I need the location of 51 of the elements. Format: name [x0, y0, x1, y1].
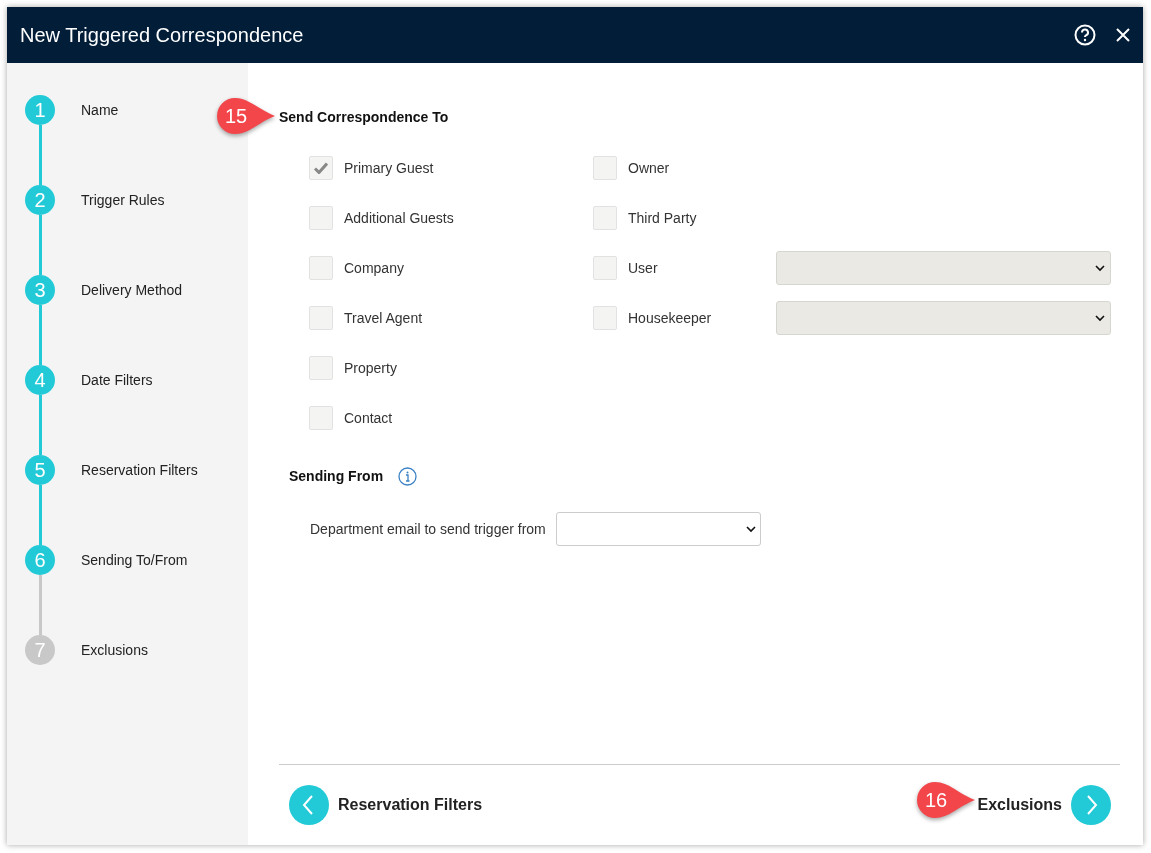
info-icon[interactable] [398, 466, 418, 486]
dropdown[interactable] [776, 251, 1111, 285]
checkbox-label: Housekeeper [628, 308, 712, 328]
checkbox[interactable] [309, 406, 333, 430]
step-label[interactable]: Delivery Method [81, 275, 183, 305]
section-heading: Send Correspondence To [279, 108, 450, 127]
chevron-down-icon [745, 525, 756, 533]
close-icon[interactable] [1116, 28, 1130, 42]
field-label: Department email to send trigger from [310, 519, 546, 539]
checkbox-label: Property [344, 358, 397, 378]
step-label[interactable]: Name [81, 95, 119, 125]
step-number: 2 [25, 185, 55, 215]
step-label[interactable]: Exclusions [81, 635, 148, 665]
checkbox-label: Third Party [628, 208, 697, 228]
checkbox[interactable] [593, 156, 617, 180]
checkbox-label: Company [344, 258, 404, 278]
checkbox[interactable] [309, 356, 333, 380]
chevron-down-icon [1095, 314, 1105, 322]
checkbox[interactable] [309, 206, 333, 230]
chevron-left-icon [289, 785, 329, 825]
section-heading: Sending From [289, 467, 384, 486]
dropdown[interactable] [776, 301, 1111, 335]
checkbox[interactable] [309, 306, 333, 330]
step-number: 1 [25, 95, 55, 125]
checkbox-label: Contact [344, 408, 393, 428]
back-button[interactable]: Reservation Filters [289, 785, 483, 825]
help-icon[interactable] [1074, 24, 1096, 46]
step-label[interactable]: Sending To/From [81, 545, 188, 575]
step-label[interactable]: Date Filters [81, 365, 153, 395]
step-number: 4 [25, 365, 55, 395]
chevron-right-icon [1071, 785, 1111, 825]
next-button[interactable]: Exclusions [977, 785, 1111, 825]
step-number: 3 [25, 275, 55, 305]
checkbox[interactable] [309, 256, 333, 280]
chevron-down-icon [1095, 264, 1105, 272]
department-email-dropdown[interactable] [555, 512, 761, 546]
checkbox-label: Primary Guest [344, 158, 434, 178]
step-number: 5 [25, 455, 55, 485]
checkbox[interactable] [593, 256, 617, 280]
window-title: New Triggered Correspondence [20, 23, 305, 48]
checkbox-label: User [628, 258, 658, 278]
checkbox[interactable] [309, 156, 333, 180]
step-number: 6 [25, 545, 55, 575]
checkmark-icon [314, 162, 328, 174]
checkbox-label: Owner [628, 158, 670, 178]
checkbox[interactable] [593, 306, 617, 330]
checkbox[interactable] [593, 206, 617, 230]
checkbox-label: Travel Agent [344, 308, 423, 328]
step-label[interactable]: Reservation Filters [81, 455, 198, 485]
checkbox-label: Additional Guests [344, 208, 454, 228]
step-label[interactable]: Trigger Rules [81, 185, 165, 215]
